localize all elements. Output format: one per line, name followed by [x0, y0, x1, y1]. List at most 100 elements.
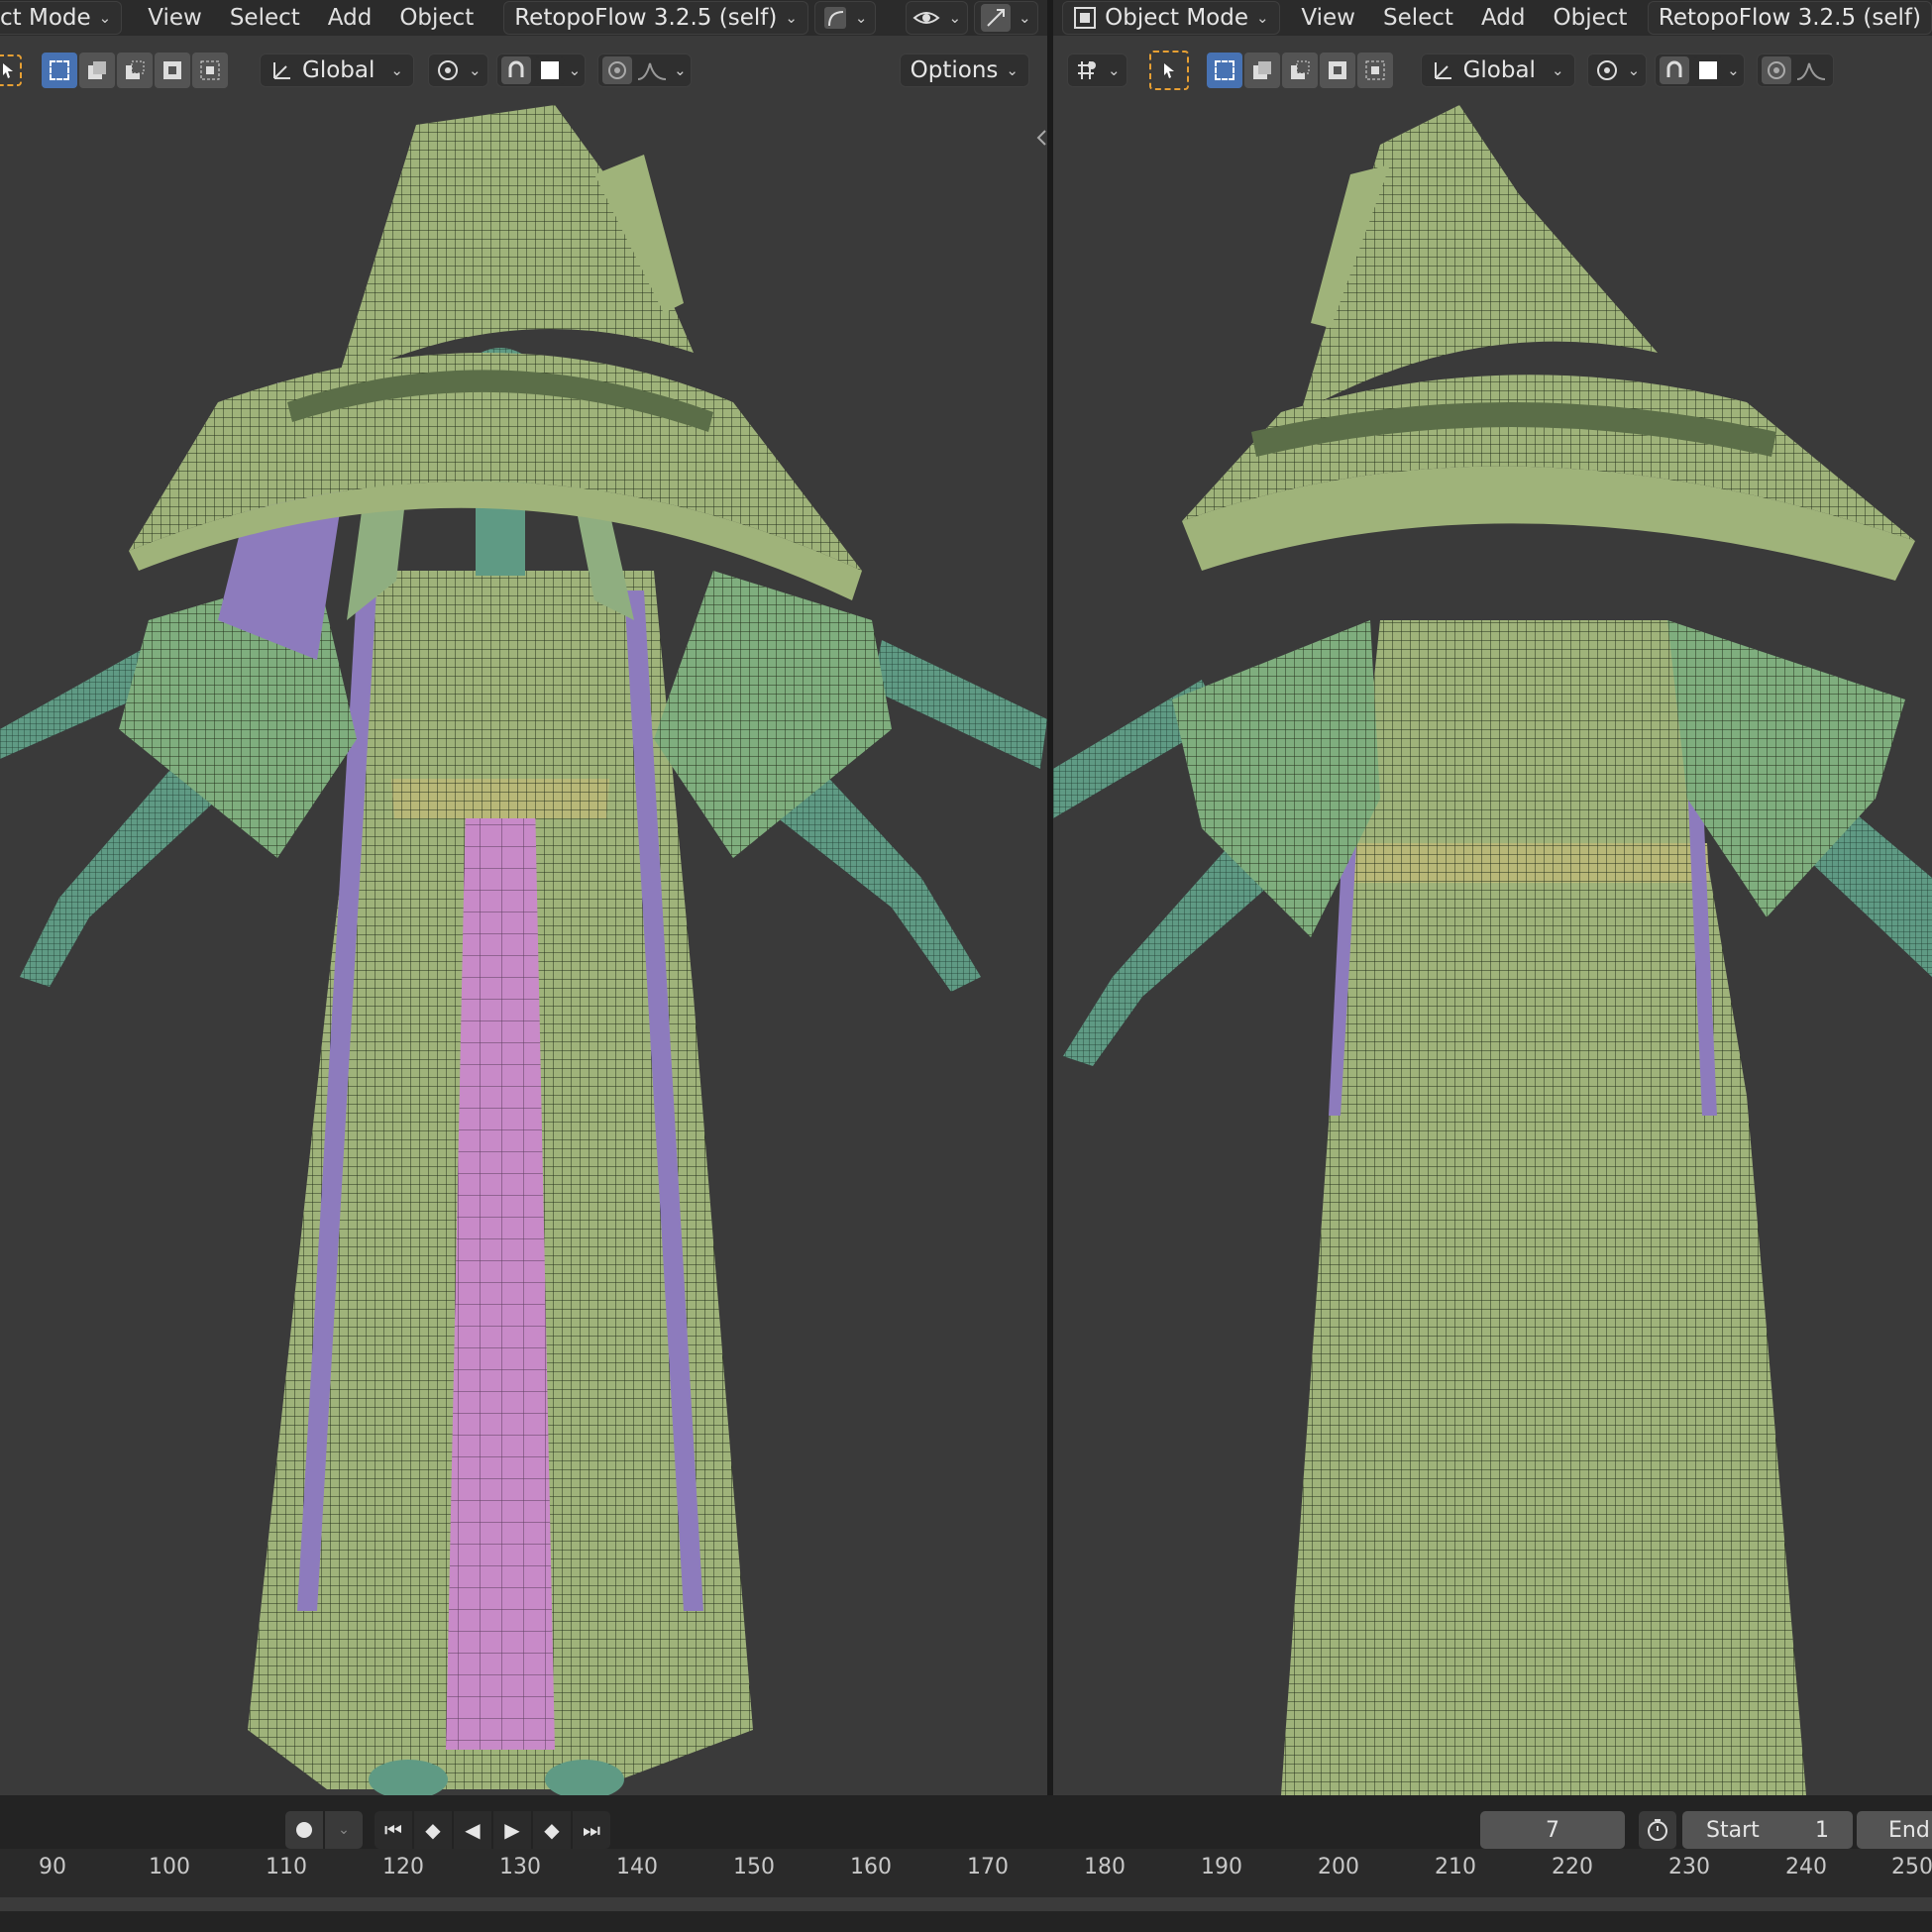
prev-keyframe-icon[interactable]: ◆ [414, 1811, 452, 1849]
falloff-icon[interactable] [636, 57, 670, 83]
addon-label-right: RetopoFlow 3.2.5 (self) [1658, 5, 1921, 31]
next-keyframe-icon[interactable]: ◆ [533, 1811, 571, 1849]
tick-label: 130 [499, 1855, 541, 1879]
visibility-dropdown[interactable]: ⌄ [906, 1, 969, 35]
addon-dropdown-right[interactable]: RetopoFlow 3.2.5 (self) [1647, 1, 1932, 35]
chevron-down-icon: ⌄ [98, 9, 112, 27]
viewport-header-left: ct Mode ⌄ View Select Add Object RetopoF… [0, 0, 1047, 36]
snap-icon[interactable] [1660, 56, 1690, 84]
menu-view-right[interactable]: View [1287, 5, 1369, 31]
tick-label: 160 [850, 1855, 892, 1879]
start-frame-field[interactable]: Start 1 [1682, 1811, 1853, 1849]
orientation-dropdown-right[interactable]: Global ⌄ [1420, 54, 1575, 87]
end-frame-field[interactable]: End [1857, 1811, 1932, 1849]
selection-mode-group [42, 53, 228, 88]
curve-icon [823, 7, 846, 29]
orientation-dropdown[interactable]: Global ⌄ [260, 54, 414, 87]
addon-dropdown[interactable]: RetopoFlow 3.2.5 (self) ⌄ [503, 1, 808, 35]
chevron-down-icon: ⌄ [948, 9, 962, 27]
record-icon[interactable] [285, 1811, 323, 1849]
select-difference-icon[interactable] [1319, 53, 1355, 88]
eye-icon [912, 12, 941, 24]
chevron-down-icon: ⌄ [1006, 61, 1019, 79]
viewport-canvas-right[interactable] [1053, 105, 1932, 1795]
tick-label: 180 [1084, 1855, 1126, 1879]
menu-object-right[interactable]: Object [1539, 5, 1641, 31]
tick-label: 190 [1201, 1855, 1242, 1879]
select-difference-icon[interactable] [155, 53, 190, 88]
options-dropdown[interactable]: Options ⌄ [899, 54, 1029, 87]
jump-end-icon[interactable]: ⏭ [573, 1811, 610, 1849]
play-icon[interactable]: ▶ [493, 1811, 531, 1849]
select-extend-icon[interactable] [79, 53, 115, 88]
orientation-icon [1434, 62, 1451, 79]
menu-view[interactable]: View [134, 5, 216, 31]
select-subtract-icon[interactable] [117, 53, 153, 88]
viewport-right[interactable]: Object Mode ⌄ View Select Add Object Ret… [1053, 0, 1932, 1795]
select-new-icon[interactable] [42, 53, 77, 88]
tick-label: 90 [39, 1855, 66, 1879]
transform-icon [1078, 61, 1096, 79]
falloff-icon[interactable] [1795, 57, 1829, 83]
transform-tool-dropdown[interactable]: ⌄ [1067, 54, 1127, 87]
select-subtract-icon[interactable] [1281, 53, 1318, 88]
menu-add[interactable]: Add [314, 5, 386, 31]
hat-mesh-right [1182, 105, 1915, 581]
pivot-dropdown-right[interactable]: ⌄ [1586, 54, 1648, 87]
selection-mode-group-right [1206, 53, 1393, 88]
pivot-icon [438, 60, 458, 80]
chevron-down-icon: ⌄ [1552, 61, 1564, 79]
menu-select-right[interactable]: Select [1369, 5, 1467, 31]
pivot-dropdown[interactable]: ⌄ [428, 54, 488, 87]
start-label: Start [1706, 1817, 1760, 1843]
end-label: End [1888, 1817, 1930, 1843]
object-mode-icon [1074, 7, 1097, 29]
tool-settings-right: ⌄ Global ⌄ ⌄ ⌄ [1053, 36, 1932, 105]
jump-start-icon[interactable]: ⏮ [375, 1811, 412, 1849]
select-tool-icon-right[interactable] [1148, 51, 1189, 90]
tick-label: 220 [1552, 1855, 1593, 1879]
tick-label: 120 [382, 1855, 424, 1879]
menu-add-right[interactable]: Add [1467, 5, 1540, 31]
gizmo-dropdown[interactable]: ⌄ [974, 1, 1038, 35]
chevron-down-icon: ⌄ [390, 61, 403, 79]
select-new-icon[interactable] [1206, 53, 1242, 88]
proportional-icon[interactable] [1761, 56, 1791, 84]
select-extend-icon[interactable] [1243, 53, 1280, 88]
tick-label: 210 [1435, 1855, 1476, 1879]
select-tool-icon[interactable] [0, 54, 22, 86]
select-intersect-icon[interactable] [192, 53, 228, 88]
chevron-down-icon: ⌄ [785, 9, 798, 27]
proportional-icon[interactable] [602, 56, 633, 84]
stopwatch-icon[interactable] [1639, 1811, 1676, 1849]
chevron-down-icon[interactable]: ⌄ [325, 1811, 363, 1849]
timeline-scrollbar[interactable] [0, 1897, 1932, 1911]
menu-select[interactable]: Select [216, 5, 314, 31]
snap-element-icon[interactable] [1693, 56, 1724, 84]
snap-element-icon[interactable] [534, 56, 565, 84]
tick-label: 110 [266, 1855, 307, 1879]
mode-label: ct Mode [0, 5, 91, 31]
proportional-group: ⌄ [597, 54, 692, 87]
play-reverse-icon[interactable]: ◀ [454, 1811, 491, 1849]
tick-label: 230 [1668, 1855, 1710, 1879]
select-intersect-icon[interactable] [1356, 53, 1393, 88]
orientation-label-right: Global [1462, 57, 1536, 83]
viewport-left[interactable]: ct Mode ⌄ View Select Add Object RetopoF… [0, 0, 1047, 1795]
chevron-down-icon: ⌄ [674, 61, 687, 79]
curve-tool-dropdown[interactable]: ⌄ [813, 1, 877, 35]
tick-label: 100 [149, 1855, 190, 1879]
mode-label-right: Object Mode [1105, 5, 1248, 31]
menu-object[interactable]: Object [385, 5, 487, 31]
pivot-icon [1596, 60, 1617, 80]
snap-group-right: ⌄ [1655, 54, 1745, 87]
tick-label: 200 [1318, 1855, 1359, 1879]
mode-dropdown[interactable]: ct Mode ⌄ [0, 1, 123, 35]
options-label: Options [910, 57, 999, 83]
chevron-down-icon: ⌄ [1108, 61, 1121, 79]
mode-dropdown-right[interactable]: Object Mode ⌄ [1062, 1, 1280, 35]
transport-group: ⏮ ◆ ◀ ▶ ◆ ⏭ [375, 1811, 610, 1849]
viewport-canvas-left[interactable] [0, 105, 1047, 1795]
snap-icon[interactable] [500, 56, 531, 84]
current-frame-field[interactable]: 7 [1480, 1811, 1625, 1849]
